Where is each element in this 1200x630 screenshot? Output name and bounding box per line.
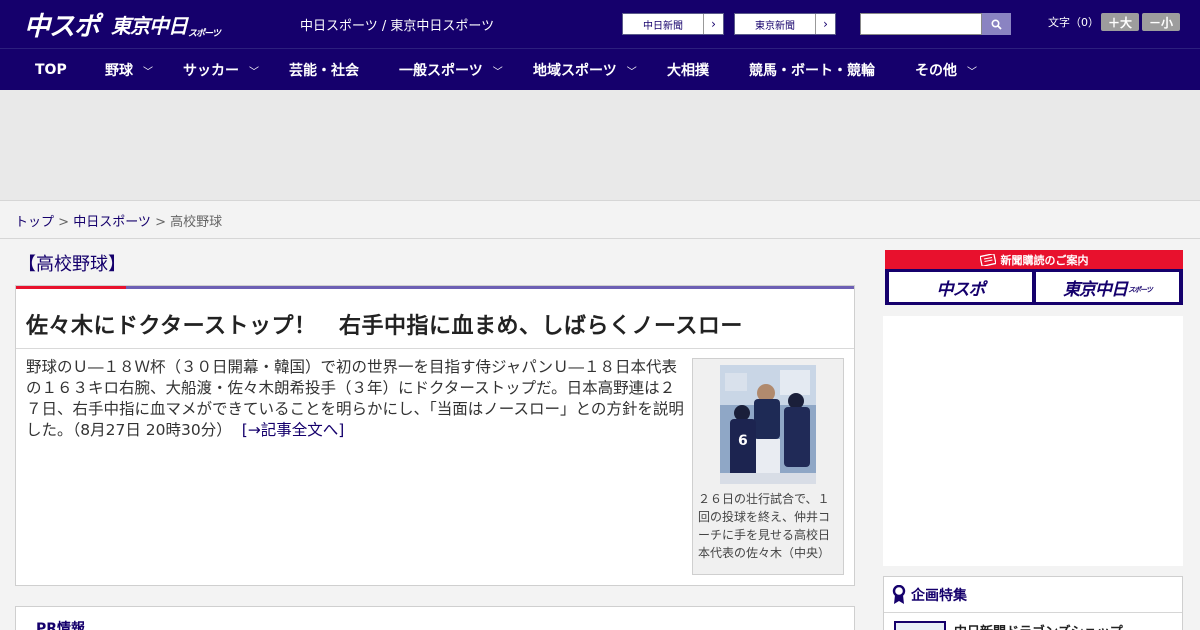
nav-item-label: TOP: [35, 62, 67, 78]
logo-tokyo-chunichi: 東京中日 スポーツ: [111, 10, 221, 39]
subscription-header: 新聞購読のご案内: [885, 250, 1183, 269]
chevron-right-icon: ›: [703, 14, 723, 34]
nav-item-label: 芸能・社会: [289, 63, 359, 79]
breadcrumb-separator: >: [54, 215, 74, 230]
nav-item-baseball[interactable]: 野球 ﹀: [105, 49, 153, 91]
sidebar-ad-area: [883, 316, 1183, 566]
chevron-down-icon: ﹀: [492, 66, 503, 78]
chunichi-shimbun-button[interactable]: 中日新聞 ›: [622, 13, 724, 35]
photo-box: 6 ２６日の壮行試合で、１回の投球を終え、仲井コーチに手を見せる高校日本代表の佐…: [692, 358, 844, 575]
nav-item-regional-sports[interactable]: 地域スポーツ ﹀: [533, 49, 637, 91]
top-ad-area: [0, 90, 1200, 200]
chevron-down-icon: ﹀: [967, 66, 977, 78]
photo-caption: ２６日の壮行試合で、１回の投球を終え、仲井コーチに手を見せる高校日本代表の佐々木…: [698, 492, 831, 560]
pr-title: PR情報: [36, 621, 86, 630]
feature-title: 企画特集: [911, 587, 967, 604]
logo-tokyo-text: 東京中日: [111, 13, 188, 38]
fontsize-down-button[interactable]: －小: [1142, 13, 1180, 31]
nav-item-general-sports[interactable]: 一般スポーツ ﹀: [399, 49, 503, 91]
breadcrumb-home-link[interactable]: トップ: [15, 215, 54, 230]
tokyo-logo-small: スポーツ: [1128, 286, 1153, 294]
search-icon: [991, 18, 1002, 30]
feature-thumbnail: [894, 621, 946, 630]
nav-item-top[interactable]: TOP: [35, 49, 67, 91]
feature-section: 企画特集 中日新聞ドラゴンズショップ: [883, 576, 1183, 630]
breadcrumb-section-link[interactable]: 中日スポーツ: [73, 215, 151, 230]
logo-tokyo-small: スポーツ: [188, 28, 221, 39]
search-input[interactable]: [860, 13, 982, 35]
chevron-down-icon: ﹀: [143, 66, 153, 78]
nav-item-label: 一般スポーツ: [399, 63, 483, 79]
tokyo-shimbun-label: 東京新聞: [755, 20, 795, 32]
fontsize-label: 文字（0）: [1048, 16, 1099, 29]
chuspo-logo-text: 中スポ: [936, 279, 986, 300]
read-more-link[interactable]: [→記事全文へ]: [242, 421, 345, 439]
subscription-banner[interactable]: 新聞購読のご案内 中スポ 東京中日 スポーツ: [885, 250, 1183, 305]
article-category: 【高校野球】: [18, 254, 126, 275]
search-button[interactable]: [982, 13, 1011, 35]
article-text: 野球のＵ―１８Ｗ杯（３０日開幕・韓国）で初の世界一を目指す侍ジャパンＵ―１８日本…: [26, 358, 684, 439]
article-card: 佐々木にドクターストップ！ 右手中指に血まめ、しばらくノースロー 野球のＵ―１８…: [15, 285, 855, 586]
nav-item-other[interactable]: その他 ﹀: [915, 49, 977, 91]
chunichi-shimbun-label: 中日新聞: [643, 20, 683, 32]
nav-item-entertainment[interactable]: 芸能・社会: [289, 49, 359, 91]
nav-item-label: 大相撲: [667, 63, 709, 79]
site-logo[interactable]: 中スポ 東京中日 スポーツ: [24, 9, 221, 42]
header-sites-text: 中日スポーツ / 東京中日スポーツ: [300, 19, 495, 34]
nav-item-label: 地域スポーツ: [533, 63, 617, 79]
nav-item-racing[interactable]: 競馬・ボート・競輪: [749, 49, 875, 91]
tokyo-chunichi-subscribe-link[interactable]: 東京中日 スポーツ: [1036, 272, 1179, 302]
nav-item-label: 野球: [105, 63, 133, 79]
svg-text:6: 6: [738, 433, 748, 449]
divider: [16, 348, 854, 349]
chuspo-subscribe-link[interactable]: 中スポ: [889, 272, 1032, 302]
nav-item-label: その他: [915, 63, 957, 79]
feature-item-label: 中日新聞ドラゴンズショップ: [954, 621, 1123, 630]
logo-chuspo: 中スポ: [24, 11, 100, 42]
main-nav: TOP 野球 ﹀ サッカー ﹀ 芸能・社会 一般スポーツ ﹀ 地域スポーツ ﹀ …: [0, 48, 1200, 90]
chevron-down-icon: ﹀: [626, 66, 637, 78]
article-topbar-accent: [16, 286, 126, 289]
site-header: 中スポ 東京中日 スポーツ 中日スポーツ / 東京中日スポーツ 中日新聞 › 東京…: [0, 0, 1200, 48]
breadcrumb-current: 高校野球: [170, 215, 223, 230]
fontsize-up-button[interactable]: ＋大: [1101, 13, 1139, 31]
nav-item-soccer[interactable]: サッカー ﹀: [183, 49, 259, 91]
breadcrumb-separator: >: [150, 215, 171, 230]
feature-header: 企画特集: [884, 577, 1182, 613]
ribbon-icon: [892, 584, 906, 604]
breadcrumb: トップ > 中日スポーツ > 高校野球: [0, 200, 1200, 239]
chevron-down-icon: ﹀: [249, 66, 259, 78]
newspaper-icon: [979, 253, 996, 266]
feature-item[interactable]: 中日新聞ドラゴンズショップ: [894, 621, 1123, 630]
nav-item-sumo[interactable]: 大相撲: [667, 49, 709, 91]
article-topbar: [16, 286, 854, 289]
article-body: 野球のＵ―１８Ｗ杯（３０日開幕・韓国）で初の世界一を目指す侍ジャパンＵ―１８日本…: [26, 357, 686, 441]
nav-item-label: サッカー: [183, 63, 239, 79]
chevron-right-icon: ›: [815, 14, 835, 34]
article-photo[interactable]: 6: [720, 365, 816, 484]
subscription-label: 新聞購読のご案内: [1000, 253, 1089, 267]
tokyo-shimbun-button[interactable]: 東京新聞 ›: [734, 13, 836, 35]
article-title: 佐々木にドクターストップ！ 右手中指に血まめ、しばらくノースロー: [26, 314, 743, 339]
pr-section: PR情報: [15, 606, 855, 630]
tokyo-logo-text: 東京中日: [1063, 279, 1128, 300]
nav-item-label: 競馬・ボート・競輪: [749, 63, 875, 79]
